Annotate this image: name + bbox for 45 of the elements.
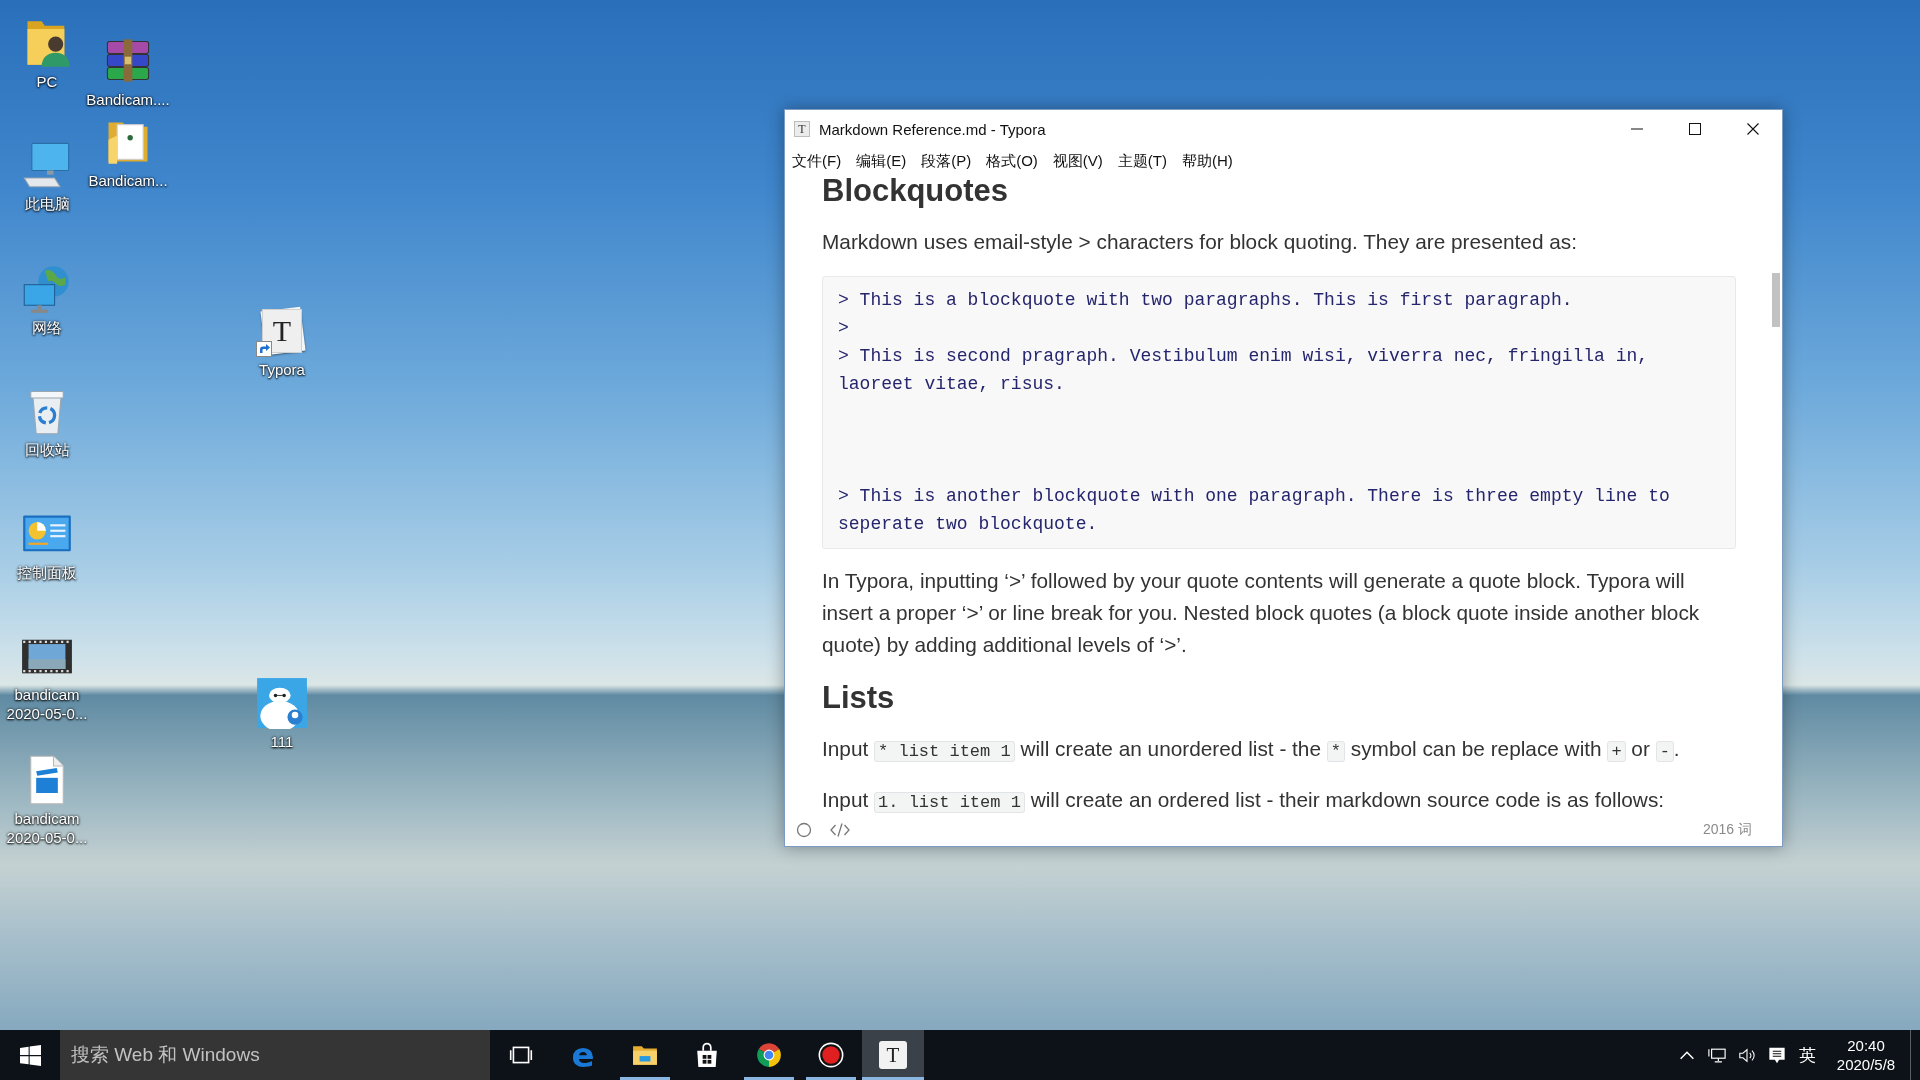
letter-t-icon: T [794,121,810,137]
paragraph-text: Input 1. list item 1 will create an ordered list - their markdown source code is as follows: [822,787,1666,814]
desktop-icon-label[interactable]: PC [36,72,58,91]
desktop-icon-label[interactable]: 111 [270,732,294,751]
notification-icon[interactable] [1768,1046,1786,1064]
code-icon[interactable] [830,822,850,838]
menu-item[interactable]: 格式(O) [986,151,1038,171]
paragraph-text: In Typora, inputting ‘>’ followed by your quote contents will generate a quote block. Typora will insert a proper ‘>’ or line break for you. Nested block quotes (a block quote inside another block quote) by adding additional levels of ‘>’. [822,568,1701,658]
record-icon [818,1042,844,1068]
letter-e-icon: e [571,1040,595,1070]
desktop-icon-label[interactable]: Bandicam... [88,171,168,190]
menu-item[interactable]: 文件(F) [792,151,842,171]
desktop-icon-label[interactable]: bandicam 2020-05-0... [1,685,93,723]
section-heading: Lists [822,681,896,715]
taskbar-app-button[interactable]: e [552,1030,614,1080]
menu-item[interactable]: 帮助(H) [1182,151,1233,171]
desktop-icon-label[interactable]: Typora [259,360,305,379]
code-block: > This is a blockquote with two paragraphs. This is first paragraph. > > This is second pragraph. Vestibulum enim wisi, viverra nec, fringilla in, laoreet vitae, risus. > This is another blockquote with one paragraph. There is three empty line to seperate two blockquote. [822,276,1736,549]
menu-item[interactable]: 主题(T) [1117,151,1167,171]
scrollbar-thumb[interactable] [1772,273,1780,327]
circle-icon[interactable] [796,822,812,838]
menu-item[interactable]: 编辑(E) [856,151,907,171]
cartoon-picture-icon[interactable] [256,677,308,729]
maximize-icon [1689,123,1701,135]
shopping-bag-icon [694,1042,720,1068]
input-method-indicator[interactable]: 英 [1792,1043,1822,1067]
word-count: 2016 词 [1702,821,1752,839]
close-icon [1747,123,1759,135]
menu-item[interactable]: 段落(P) [921,151,972,171]
menu-item[interactable]: 视图(V) [1052,151,1103,171]
color-wheel-icon [756,1042,782,1068]
letter-t-icon: T [879,1041,907,1069]
clock[interactable]: 20:40 2020/5/8 [1822,1030,1910,1080]
desktop-icon-label[interactable]: Bandicam.... [86,90,170,109]
desktop-icon-label[interactable]: 此电脑 [24,194,70,213]
network-monitor-icon[interactable] [1708,1046,1726,1064]
paragraph-text: Markdown uses email-style > characters for block quoting. They are presented as: [822,229,1579,255]
desktop-icon-label[interactable]: 网络 [32,318,62,337]
volume-icon[interactable] [1738,1046,1756,1064]
search-field[interactable]: 搜索 Web 和 Windows [60,1030,490,1080]
section-heading: Blockquotes [822,174,1010,208]
paragraph-text: Input * list item 1 will create an unordered list - the * symbol can be replace with + or - . [822,736,1681,764]
window-title: Markdown Reference.md - Typora [819,120,1046,138]
taskbar-app-button[interactable]: T [862,1030,924,1080]
windows-logo-icon [19,1044,41,1066]
